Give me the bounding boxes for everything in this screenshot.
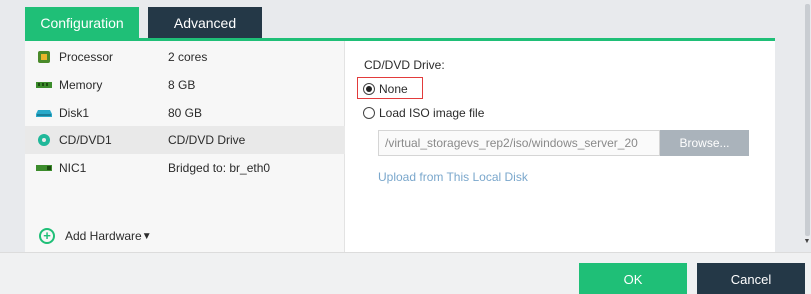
iso-path-field[interactable]	[378, 130, 660, 156]
hardware-value: CD/DVD Drive	[168, 133, 246, 147]
hardware-value: 2 cores	[168, 50, 208, 64]
hardware-name: CD/DVD1	[59, 133, 112, 147]
hardware-value: 80 GB	[168, 106, 203, 120]
cd-dvd-icon	[36, 133, 52, 147]
scrollbar-thumb[interactable]	[805, 4, 810, 236]
tab-configuration[interactable]: Configuration	[25, 7, 139, 39]
hardware-row-memory[interactable]: Memory 8 GB	[25, 71, 345, 99]
plus-circle-icon: +	[39, 228, 55, 244]
add-hardware-label: Add Hardware	[65, 229, 142, 243]
cancel-button[interactable]: Cancel	[697, 263, 805, 294]
radio-none-button[interactable]	[363, 83, 375, 95]
hardware-row-disk1[interactable]: Disk1 80 GB	[25, 99, 345, 127]
hardware-row-cd-dvd1[interactable]: CD/DVD1 CD/DVD Drive	[25, 126, 345, 154]
hardware-list: Processor 2 cores Memory 8 GB Disk1 80 G…	[25, 41, 345, 252]
scrollbar[interactable]: ▼	[803, 0, 811, 250]
hardware-value: Bridged to: br_eth0	[168, 161, 271, 175]
cd-dvd-title: CD/DVD Drive:	[364, 58, 445, 72]
scroll-down-icon[interactable]: ▼	[803, 238, 811, 246]
radio-load-iso-button[interactable]	[363, 107, 375, 119]
radio-none[interactable]: None	[363, 82, 408, 96]
hardware-name: NIC1	[59, 161, 87, 175]
hardware-name: Memory	[59, 78, 103, 92]
tab-bar: Configuration Advanced	[25, 7, 262, 39]
memory-icon	[36, 78, 52, 92]
tab-advanced[interactable]: Advanced	[148, 7, 262, 39]
hardware-row-nic1[interactable]: NIC1 Bridged to: br_eth0	[25, 154, 345, 182]
nic-icon	[36, 161, 52, 175]
hardware-name: Disk1	[59, 106, 90, 120]
disk-icon	[36, 106, 52, 120]
cd-dvd-settings: CD/DVD Drive: None Load ISO image file B…	[347, 41, 775, 252]
ok-button[interactable]: OK	[579, 263, 687, 294]
chevron-down-icon: ▼	[141, 230, 152, 242]
hardware-name: Processor	[59, 50, 114, 64]
add-hardware-button[interactable]: + Add Hardware ▼	[39, 228, 152, 244]
dialog-footer: OK Cancel	[0, 252, 811, 294]
radio-none-label: None	[379, 82, 408, 96]
configuration-panel: Processor 2 cores Memory 8 GB Disk1 80 G…	[25, 41, 775, 252]
processor-icon	[36, 50, 52, 64]
hardware-row-processor[interactable]: Processor 2 cores	[25, 43, 345, 71]
upload-local-disk-link[interactable]: Upload from This Local Disk	[378, 170, 528, 184]
browse-button[interactable]: Browse...	[660, 130, 749, 156]
radio-load-iso[interactable]: Load ISO image file	[363, 106, 484, 120]
radio-load-iso-label: Load ISO image file	[379, 106, 485, 120]
hardware-value: 8 GB	[168, 78, 196, 92]
